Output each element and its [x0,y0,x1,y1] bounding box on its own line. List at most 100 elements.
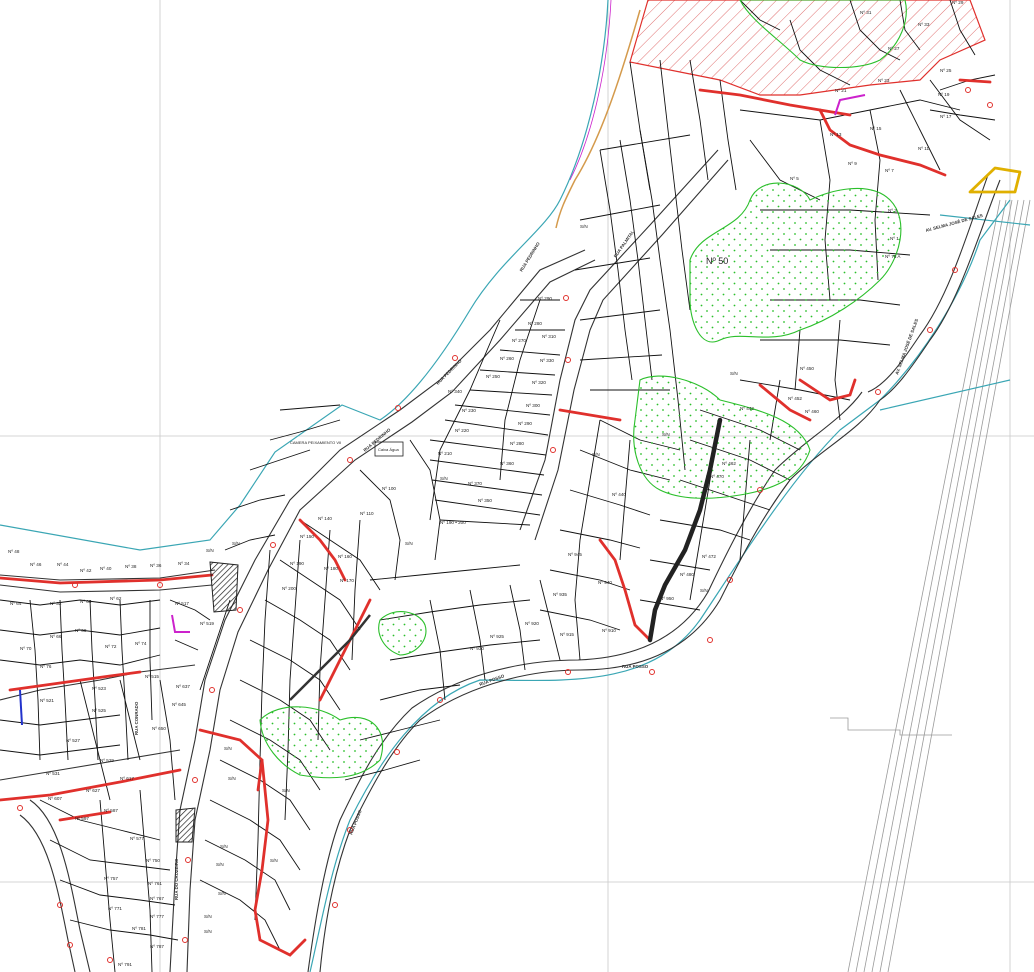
street-label: AV. SELMA JOSÉ DE SALES [894,318,919,375]
lot-label: S/N [270,858,278,863]
lot-label: Nº 340 [448,389,462,394]
lot-label: Nº 330 [540,358,554,363]
lot-label: Nº 180 [324,566,338,571]
lot-label: Nº 46 [30,562,42,567]
yellow-triangle-feature [968,166,1022,194]
street-label: RUA PEDRINHO [435,358,463,386]
lot-label: S/N [700,588,708,593]
street-label: RUA POSSO [348,809,363,836]
lot-label: Nº 607 [48,796,62,801]
lot-label: Nº 442 [740,406,754,411]
lot-label: Nº 70 [20,646,32,651]
lot-label: Nº 645 [172,702,186,707]
lot-label: Nº 21 [835,88,847,93]
lot-label: Nº 76 [40,664,52,669]
lot-label: Nº 260 [500,356,514,361]
lot-label: Nº 210 [438,451,452,456]
blue-feature [19,689,23,726]
lot-label: Nº 527 [66,738,80,743]
lot-label: Nº 66 [50,634,62,639]
lot-label: S/N [220,844,228,849]
lot-label: Nº 40 [100,566,112,571]
orange-boundary [555,9,641,229]
lot-label: Nº 75 A [885,254,901,259]
lot-label: Nº 940 [598,580,612,585]
lot-label: Nº 910 [602,628,616,633]
lot-label: S/N [662,432,670,437]
lot-label: Nº 597 [75,816,89,821]
lot-label: Nº 38 [125,564,137,569]
lot-label: Nº 650 [152,726,166,731]
lot-label: Nº 950 [660,596,674,601]
lot-label: Nº 577 [130,836,144,841]
lot-label: Nº 290 [518,421,532,426]
lot-label: Nº 270 [512,338,526,343]
lot-label: Nº 250 [486,374,500,379]
lot-label: Nº 627 [86,788,100,793]
lot-label: Nº 42 [80,568,92,573]
lot-label: Nº 519 [200,621,214,626]
lot-label: Nº 290 [538,296,552,301]
lot-label: Nº 521 [40,698,54,703]
water-tank-label: Caixa Água [378,447,399,452]
lot-label: S/N [228,776,236,781]
lot-label: Nº 761 [148,881,162,886]
lot-label: Nº 750 [146,858,160,863]
lot-label: Nº 777 [150,914,164,919]
lot-label: Nº 29 [952,0,964,5]
building-label: CAMERA PEIXAMIENTO VII [290,440,341,445]
lot-labels: Nº 290 Nº 280 Nº 270 Nº 260 Nº 250 Nº 34… [8,0,964,967]
lot-label: Nº 787 [150,944,164,949]
lot-label: Nº 60 [80,599,92,604]
lot-label: Nº 450 [800,366,814,371]
lot-label: Nº 190 [290,561,304,566]
lot-label: Nº 915 [560,632,574,637]
lot-label: Nº 100 [382,486,396,491]
lot-label: Nº 617 [120,776,134,781]
lot-label: Nº 517 [175,601,189,606]
lot-label: Nº 300 [526,403,540,408]
lot-label: Nº 11 [918,146,929,151]
street-label: RUA DO CRUZEIRO [174,858,179,900]
lot-label: Nº 370 [468,481,482,486]
lot-label: Nº 23 [878,78,890,83]
lot-label: S/N [405,541,413,546]
lot-label: Nº 31 [860,10,872,15]
lot-label: Nº 34 [178,561,190,566]
lot-label: Nº 160 [338,554,352,559]
lot-label: Nº 25 [940,68,952,73]
lot-label: Nº 350 [478,498,492,503]
lot-label: S/N [730,371,738,376]
lot-label: Nº 925 [490,634,504,639]
lot-label: S/N [440,476,448,481]
lot-label: Nº 781 [132,926,146,931]
lot-label: Nº 9 [848,161,857,166]
lot-label: Nº 440 [612,492,626,497]
street-labels: RUA PEDRINHO RUA PEDRINHO RUA PEDRINHO R… [134,213,983,900]
lot-label: Nº 44 [57,562,69,567]
lot-label: Nº 3 [888,208,897,213]
lot-label: S/N [204,914,212,919]
lot-label: Nº 460 [805,409,819,414]
street-label: RUA POSSO [622,664,649,669]
lot-label: Nº 587 [104,808,118,813]
street-label: AV. SELMA JOSÉ DE SALES [925,213,983,233]
lot-label: Nº 280 [510,441,524,446]
lot-label: Nº 480 [680,572,694,577]
hatched-area [629,0,986,96]
dark-hatched-block-2 [175,807,196,843]
lot-label: Nº 74 [135,641,147,646]
lot-label: Nº 1 [890,236,899,241]
lot-label: Nº 771 [108,906,122,911]
lot-label: S/N [224,746,232,751]
lot-label: Nº 637 [176,684,190,689]
lot-label: Nº 68 [75,628,87,633]
lot-label: S/N [592,452,600,457]
lot-label: Nº 27 [888,46,900,51]
lot-label: Nº 32 [50,601,62,606]
lot-label: Nº 757 [104,876,118,881]
dark-hatched-block [209,561,239,613]
lot-label: Nº 462 [722,461,736,466]
lot-label: Nº 472 [702,554,716,559]
lot-label: S/N [204,929,212,934]
